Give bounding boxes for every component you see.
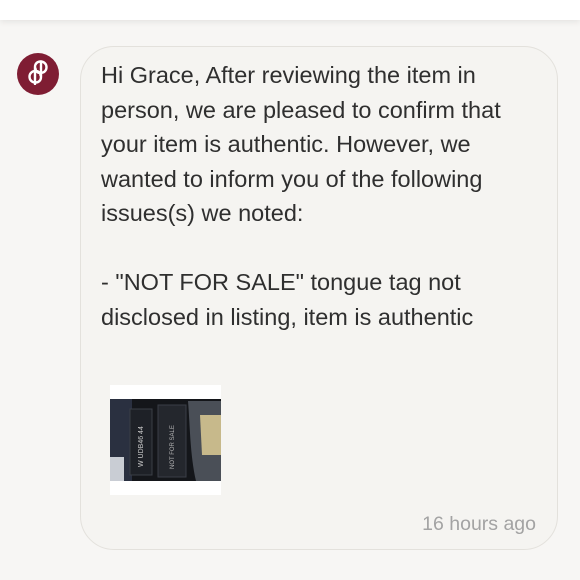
attachment-label-b: NOT FOR SALE xyxy=(170,425,176,469)
header-strip xyxy=(0,0,580,20)
attachment-label-a: W UDB46 44 xyxy=(138,426,145,467)
poshmark-logo-icon xyxy=(27,59,49,90)
message-text: Hi Grace, After reviewing the item in pe… xyxy=(101,62,501,330)
sender-avatar[interactable] xyxy=(17,53,59,95)
attachment-thumbnail[interactable]: W UDB46 44 NOT FOR SALE xyxy=(110,385,221,495)
message-timestamp: 16 hours ago xyxy=(422,513,536,535)
